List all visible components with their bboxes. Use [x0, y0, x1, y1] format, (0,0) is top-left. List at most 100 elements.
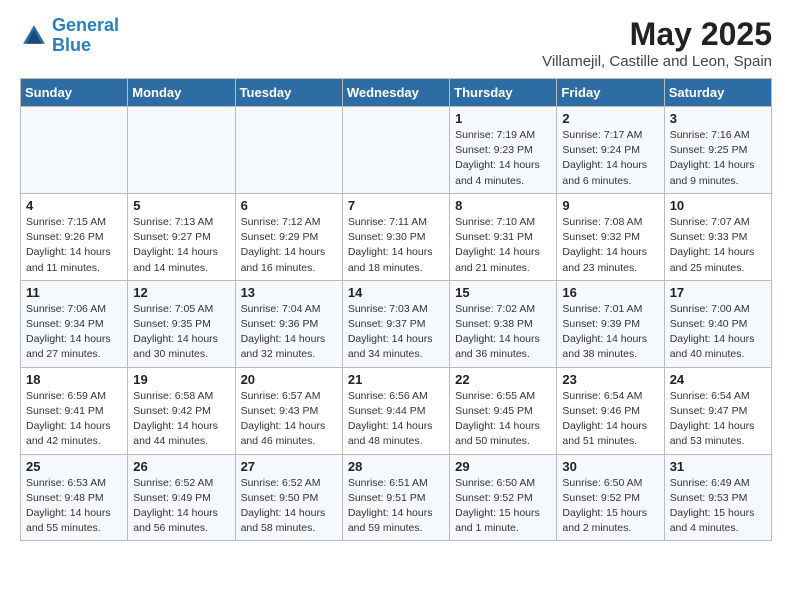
calendar-cell-w4-d3: 20 Sunrise: 6:57 AM Sunset: 9:43 PM Dayli…: [235, 367, 342, 454]
calendar-cell-w5-d1: 25 Sunrise: 6:53 AM Sunset: 9:48 PM Dayli…: [21, 454, 128, 541]
calendar-cell-w3-d5: 15 Sunrise: 7:02 AM Sunset: 9:38 PM Dayli…: [450, 280, 557, 367]
day-info: Sunrise: 6:54 AM Sunset: 9:46 PM Dayligh…: [562, 389, 658, 450]
calendar-cell-w4-d6: 23Sunrise: 6:54 AM Sunset: 9:46 PM Dayli…: [557, 367, 664, 454]
day-info: Sunrise: 6:57 AM Sunset: 9:43 PM Dayligh…: [241, 389, 337, 450]
day-number: 20: [241, 372, 337, 387]
day-number: 21: [348, 372, 444, 387]
calendar-cell-w4-d2: 19 Sunrise: 6:58 AM Sunset: 9:42 PM Dayli…: [128, 367, 235, 454]
day-info: Sunrise: 7:02 AM Sunset: 9:38 PM Dayligh…: [455, 302, 551, 363]
day-number: 9: [562, 198, 658, 213]
day-info: Sunrise: 7:01 AM Sunset: 9:39 PM Dayligh…: [562, 302, 658, 363]
page: General Blue May 2025 Villamejil, Castil…: [0, 0, 792, 557]
day-info: Sunrise: 6:52 AM Sunset: 9:50 PM Dayligh…: [241, 476, 337, 537]
day-number: 4: [26, 198, 122, 213]
calendar-cell-w5-d3: 27 Sunrise: 6:52 AM Sunset: 9:50 PM Dayli…: [235, 454, 342, 541]
day-number: 13: [241, 285, 337, 300]
day-number: 16: [562, 285, 658, 300]
calendar-cell-w4-d7: 24 Sunrise: 6:54 AM Sunset: 9:47 PM Dayli…: [664, 367, 771, 454]
calendar-cell-w3-d4: 14Sunrise: 7:03 AM Sunset: 9:37 PM Dayli…: [342, 280, 449, 367]
calendar-cell-w3-d3: 13Sunrise: 7:04 AM Sunset: 9:36 PM Dayli…: [235, 280, 342, 367]
day-info: Sunrise: 7:17 AM Sunset: 9:24 PM Dayligh…: [562, 128, 658, 189]
calendar-cell-w3-d7: 17 Sunrise: 7:00 AM Sunset: 9:40 PM Dayli…: [664, 280, 771, 367]
day-info: Sunrise: 7:15 AM Sunset: 9:26 PM Dayligh…: [26, 215, 122, 276]
day-number: 19: [133, 372, 229, 387]
calendar-cell-w2-d4: 7 Sunrise: 7:11 AM Sunset: 9:30 PM Daylig…: [342, 193, 449, 280]
th-tuesday: Tuesday: [235, 79, 342, 107]
calendar-cell-w4-d4: 21Sunrise: 6:56 AM Sunset: 9:44 PM Dayli…: [342, 367, 449, 454]
calendar-week-4: 18Sunrise: 6:59 AM Sunset: 9:41 PM Dayli…: [21, 367, 772, 454]
day-number: 17: [670, 285, 766, 300]
calendar-cell-w5-d7: 31 Sunrise: 6:49 AM Sunset: 9:53 PM Dayli…: [664, 454, 771, 541]
th-monday: Monday: [128, 79, 235, 107]
calendar-cell-w1-d7: 3Sunrise: 7:16 AM Sunset: 9:25 PM Daylig…: [664, 107, 771, 194]
day-info: Sunrise: 6:50 AM Sunset: 9:52 PM Dayligh…: [562, 476, 658, 537]
day-number: 26: [133, 459, 229, 474]
calendar-week-3: 11 Sunrise: 7:06 AM Sunset: 9:34 PM Dayli…: [21, 280, 772, 367]
calendar-cell-w4-d1: 18Sunrise: 6:59 AM Sunset: 9:41 PM Dayli…: [21, 367, 128, 454]
calendar-cell-w5-d5: 29Sunrise: 6:50 AM Sunset: 9:52 PM Dayli…: [450, 454, 557, 541]
day-number: 12: [133, 285, 229, 300]
calendar-cell-w2-d7: 10Sunrise: 7:07 AM Sunset: 9:33 PM Dayli…: [664, 193, 771, 280]
day-number: 24: [670, 372, 766, 387]
day-info: Sunrise: 7:16 AM Sunset: 9:25 PM Dayligh…: [670, 128, 766, 189]
day-number: 22: [455, 372, 551, 387]
day-info: Sunrise: 7:05 AM Sunset: 9:35 PM Dayligh…: [133, 302, 229, 363]
calendar-cell-w2-d5: 8 Sunrise: 7:10 AM Sunset: 9:31 PM Daylig…: [450, 193, 557, 280]
day-number: 6: [241, 198, 337, 213]
day-info: Sunrise: 6:58 AM Sunset: 9:42 PM Dayligh…: [133, 389, 229, 450]
day-info: Sunrise: 6:54 AM Sunset: 9:47 PM Dayligh…: [670, 389, 766, 450]
day-info: Sunrise: 7:03 AM Sunset: 9:37 PM Dayligh…: [348, 302, 444, 363]
calendar-cell-w1-d2: [128, 107, 235, 194]
calendar: Sunday Monday Tuesday Wednesday Thursday…: [20, 78, 772, 541]
calendar-cell-w5-d6: 30Sunrise: 6:50 AM Sunset: 9:52 PM Dayli…: [557, 454, 664, 541]
day-number: 10: [670, 198, 766, 213]
logo-text: General Blue: [52, 16, 119, 56]
day-info: Sunrise: 6:52 AM Sunset: 9:49 PM Dayligh…: [133, 476, 229, 537]
calendar-cell-w2-d1: 4 Sunrise: 7:15 AM Sunset: 9:26 PM Daylig…: [21, 193, 128, 280]
day-number: 29: [455, 459, 551, 474]
day-number: 25: [26, 459, 122, 474]
day-info: Sunrise: 7:11 AM Sunset: 9:30 PM Dayligh…: [348, 215, 444, 276]
day-info: Sunrise: 7:19 AM Sunset: 9:23 PM Dayligh…: [455, 128, 551, 189]
month-title: May 2025: [542, 16, 772, 53]
day-info: Sunrise: 7:06 AM Sunset: 9:34 PM Dayligh…: [26, 302, 122, 363]
calendar-cell-w2-d2: 5Sunrise: 7:13 AM Sunset: 9:27 PM Daylig…: [128, 193, 235, 280]
th-sunday: Sunday: [21, 79, 128, 107]
day-number: 1: [455, 111, 551, 126]
day-info: Sunrise: 7:08 AM Sunset: 9:32 PM Dayligh…: [562, 215, 658, 276]
th-friday: Friday: [557, 79, 664, 107]
calendar-cell-w1-d6: 2Sunrise: 7:17 AM Sunset: 9:24 PM Daylig…: [557, 107, 664, 194]
day-info: Sunrise: 7:12 AM Sunset: 9:29 PM Dayligh…: [241, 215, 337, 276]
calendar-cell-w3-d1: 11 Sunrise: 7:06 AM Sunset: 9:34 PM Dayli…: [21, 280, 128, 367]
calendar-week-5: 25 Sunrise: 6:53 AM Sunset: 9:48 PM Dayli…: [21, 454, 772, 541]
day-number: 11: [26, 285, 122, 300]
calendar-cell-w3-d2: 12 Sunrise: 7:05 AM Sunset: 9:35 PM Dayli…: [128, 280, 235, 367]
day-number: 7: [348, 198, 444, 213]
header-row: Sunday Monday Tuesday Wednesday Thursday…: [21, 79, 772, 107]
day-number: 27: [241, 459, 337, 474]
day-info: Sunrise: 6:53 AM Sunset: 9:48 PM Dayligh…: [26, 476, 122, 537]
calendar-cell-w1-d4: [342, 107, 449, 194]
title-block: May 2025 Villamejil, Castille and Leon, …: [542, 16, 772, 70]
calendar-cell-w5-d2: 26 Sunrise: 6:52 AM Sunset: 9:49 PM Dayli…: [128, 454, 235, 541]
day-number: 15: [455, 285, 551, 300]
calendar-cell-w2-d3: 6 Sunrise: 7:12 AM Sunset: 9:29 PM Daylig…: [235, 193, 342, 280]
calendar-cell-w3-d6: 16 Sunrise: 7:01 AM Sunset: 9:39 PM Dayli…: [557, 280, 664, 367]
calendar-cell-w4-d5: 22Sunrise: 6:55 AM Sunset: 9:45 PM Dayli…: [450, 367, 557, 454]
calendar-cell-w5-d4: 28Sunrise: 6:51 AM Sunset: 9:51 PM Dayli…: [342, 454, 449, 541]
calendar-cell-w1-d1: [21, 107, 128, 194]
calendar-week-2: 4 Sunrise: 7:15 AM Sunset: 9:26 PM Daylig…: [21, 193, 772, 280]
day-number: 28: [348, 459, 444, 474]
day-number: 8: [455, 198, 551, 213]
logo-line1: General: [52, 15, 119, 35]
calendar-cell-w1-d3: [235, 107, 342, 194]
day-info: Sunrise: 6:59 AM Sunset: 9:41 PM Dayligh…: [26, 389, 122, 450]
logo-icon: [20, 22, 48, 50]
day-number: 31: [670, 459, 766, 474]
day-info: Sunrise: 7:13 AM Sunset: 9:27 PM Dayligh…: [133, 215, 229, 276]
day-info: Sunrise: 6:49 AM Sunset: 9:53 PM Dayligh…: [670, 476, 766, 537]
th-saturday: Saturday: [664, 79, 771, 107]
day-info: Sunrise: 7:10 AM Sunset: 9:31 PM Dayligh…: [455, 215, 551, 276]
day-info: Sunrise: 7:00 AM Sunset: 9:40 PM Dayligh…: [670, 302, 766, 363]
logo: General Blue: [20, 16, 119, 56]
